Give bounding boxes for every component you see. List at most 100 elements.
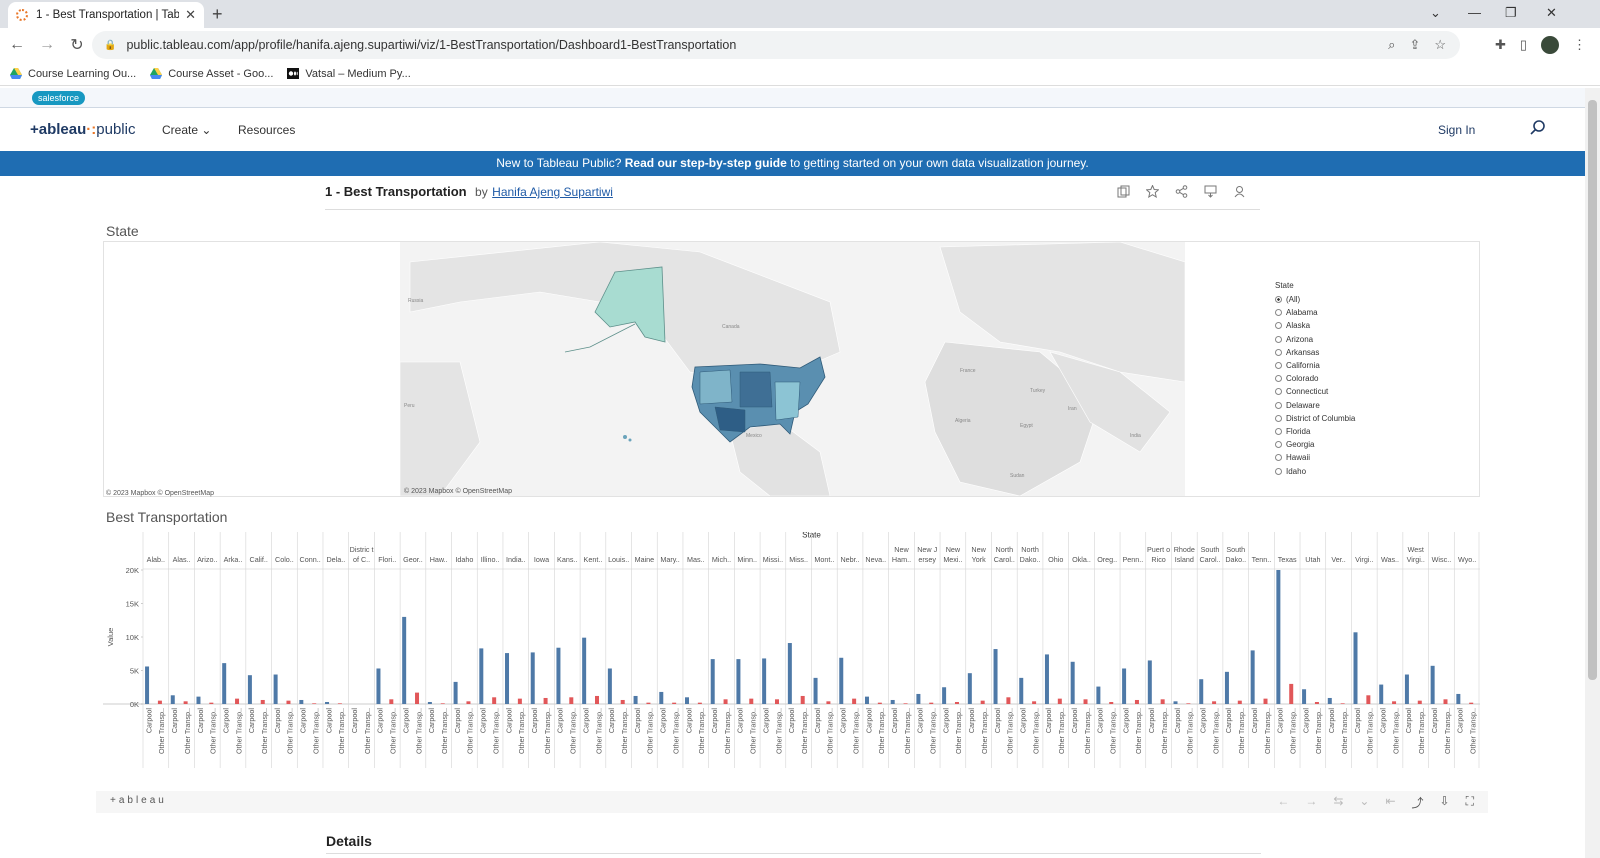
profile-badge-icon[interactable] xyxy=(1233,185,1246,198)
reload-icon[interactable]: ↻ xyxy=(64,35,90,55)
url-text: public.tableau.com/app/profile/hanifa.aj… xyxy=(126,38,737,52)
favorite-star-icon[interactable] xyxy=(1146,185,1159,198)
legend-option[interactable]: District of Columbia xyxy=(1275,412,1355,425)
revert-icon[interactable]: ⇆ xyxy=(1333,794,1343,811)
legend-option[interactable]: Delaware xyxy=(1275,399,1355,412)
guide-link[interactable]: Read our step-by-step guide xyxy=(625,156,787,170)
browser-tab[interactable]: 1 - Best Transportation | Tableau ✕ xyxy=(8,2,204,28)
bar-carpool xyxy=(1456,693,1461,704)
subcategory-label: Other Transp.. xyxy=(337,708,346,754)
bar-carpool xyxy=(916,693,921,704)
zoom-icon[interactable]: ⌕ xyxy=(1388,37,1395,53)
category-label: India.. xyxy=(506,555,526,564)
salesforce-logo[interactable]: salesforce xyxy=(32,91,86,105)
fullscreen-icon[interactable]: ⛶ xyxy=(1466,794,1474,811)
extensions-icon[interactable]: ✚ xyxy=(1495,37,1506,53)
radio-button[interactable] xyxy=(1275,375,1282,383)
redo-icon[interactable]: → xyxy=(1305,794,1317,811)
close-tab-icon[interactable]: ✕ xyxy=(185,7,196,23)
legend-option[interactable]: California xyxy=(1275,359,1355,372)
revert-dropdown-icon[interactable]: ⌄ xyxy=(1359,794,1369,811)
bookmark-item[interactable]: Vatsal – Medium Py... xyxy=(287,68,411,80)
radio-button[interactable] xyxy=(1275,441,1282,449)
new-tab-icon[interactable]: + xyxy=(212,4,223,25)
legend-option[interactable]: Hawaii xyxy=(1275,451,1355,464)
maximize-icon[interactable]: ❐ xyxy=(1505,5,1517,21)
author-link[interactable]: Hanifa Ajeng Supartiwi xyxy=(492,185,613,199)
legend-option[interactable]: (All) xyxy=(1275,293,1355,306)
back-icon[interactable]: ← xyxy=(4,36,30,54)
bookmark-star-icon[interactable]: ☆ xyxy=(1434,37,1446,53)
subcategory-label: Carpool xyxy=(350,708,359,734)
radio-button[interactable] xyxy=(1275,335,1282,343)
bar-other-transport xyxy=(1443,699,1448,704)
legend-option[interactable]: Arkansas xyxy=(1275,346,1355,359)
download-viz-icon[interactable]: ⇩ xyxy=(1440,794,1450,811)
scrollbar-thumb[interactable] xyxy=(1588,100,1597,680)
bar-other-transport xyxy=(1083,699,1088,704)
legend-option[interactable]: Colorado xyxy=(1275,372,1355,385)
download-icon[interactable] xyxy=(1204,185,1217,198)
bar-other-transport xyxy=(543,697,548,704)
subcategory-label: Carpool xyxy=(1224,708,1233,734)
subcategory-label: Other Transp.. xyxy=(517,708,526,754)
legend-option[interactable]: Georgia xyxy=(1275,438,1355,451)
legend-option[interactable]: Alabama xyxy=(1275,306,1355,319)
category-label: Distric t of C.. xyxy=(350,545,374,564)
page-scrollbar[interactable] xyxy=(1585,88,1600,858)
reset-icon[interactable]: ⇤ xyxy=(1385,794,1395,811)
subcategory-label: Carpool xyxy=(916,708,925,734)
subcategory-label: Other Transp.. xyxy=(1263,708,1272,754)
bookmark-item[interactable]: Course Asset - Goo... xyxy=(150,68,273,80)
bar-carpool xyxy=(427,701,432,704)
profile-avatar[interactable] xyxy=(1541,36,1559,54)
url-bar[interactable]: 🔒 public.tableau.com/app/profile/hanifa.… xyxy=(92,31,1460,59)
bar-carpool xyxy=(299,699,304,704)
subcategory-label: Carpool xyxy=(581,708,590,734)
side-panel-icon[interactable]: ▯ xyxy=(1520,37,1527,53)
radio-button[interactable] xyxy=(1275,388,1282,396)
radio-button[interactable] xyxy=(1275,309,1282,317)
radio-button[interactable] xyxy=(1275,322,1282,330)
legend-option[interactable]: Alaska xyxy=(1275,319,1355,332)
radio-button[interactable] xyxy=(1275,427,1282,435)
legend-option-label: California xyxy=(1286,361,1320,371)
bar-other-transport xyxy=(980,700,985,704)
radio-button[interactable] xyxy=(1275,348,1282,356)
radio-button[interactable] xyxy=(1275,454,1282,462)
sign-in-link[interactable]: Sign In xyxy=(1438,123,1475,137)
tab-search-icon[interactable]: ⌄ xyxy=(1430,5,1441,21)
bookmark-item[interactable]: Course Learning Ou... xyxy=(10,68,136,80)
nav-resources[interactable]: Resources xyxy=(238,123,295,137)
legend-option[interactable]: Idaho xyxy=(1275,464,1355,477)
subcategory-label: Other Transp.. xyxy=(1340,708,1349,754)
share-viz-icon[interactable]: ⤴ xyxy=(1412,794,1424,811)
search-icon[interactable] xyxy=(1530,120,1546,136)
category-label: Mich.. xyxy=(712,555,731,564)
subcategory-label: Carpool xyxy=(993,708,1002,734)
state-map[interactable]: Russia Canada Mexico Peru France Turkey Iran In… xyxy=(400,242,1185,496)
legend-option[interactable]: Florida xyxy=(1275,425,1355,438)
minimize-icon[interactable]: — xyxy=(1468,5,1481,20)
radio-button[interactable] xyxy=(1275,414,1282,422)
radio-button[interactable] xyxy=(1275,362,1282,370)
copy-icon[interactable] xyxy=(1117,185,1130,198)
share-icon[interactable] xyxy=(1175,185,1188,198)
radio-button[interactable] xyxy=(1275,296,1282,304)
tableau-footer-logo[interactable]: +ableau xyxy=(110,795,167,806)
menu-icon[interactable]: ⋮ xyxy=(1573,37,1586,53)
radio-button[interactable] xyxy=(1275,467,1282,475)
category-label: Virgi.. xyxy=(1355,555,1373,564)
legend-option[interactable]: Connecticut xyxy=(1275,385,1355,398)
subcategory-label: Carpool xyxy=(761,708,770,734)
legend-option[interactable]: Arizona xyxy=(1275,333,1355,346)
share-icon[interactable]: ⇪ xyxy=(1409,37,1420,53)
subcategory-label: Other Transp.. xyxy=(800,708,809,754)
forward-icon[interactable]: → xyxy=(34,36,60,54)
tableau-public-logo[interactable]: +ableau·:public xyxy=(30,121,135,138)
nav-create[interactable]: Create ⌄ xyxy=(162,123,211,137)
bar-other-transport xyxy=(337,703,342,704)
close-window-icon[interactable]: ✕ xyxy=(1546,5,1557,21)
undo-icon[interactable]: ← xyxy=(1277,794,1289,811)
radio-button[interactable] xyxy=(1275,401,1282,409)
